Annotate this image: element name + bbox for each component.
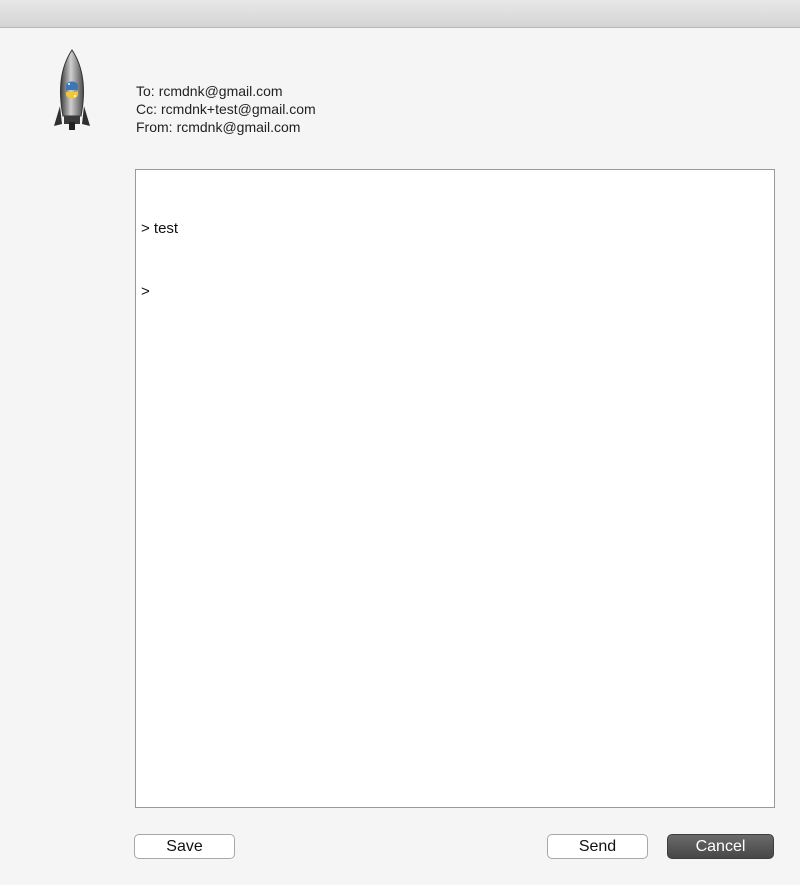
title-bar[interactable]	[0, 0, 800, 28]
cc-header: Cc: rcmdnk+test@gmail.com	[136, 100, 316, 118]
cc-value: rcmdnk+test@gmail.com	[161, 101, 316, 117]
cc-label: Cc:	[136, 101, 157, 117]
cancel-button[interactable]: Cancel	[667, 834, 774, 859]
compose-window: To: rcmdnk@gmail.com Cc: rcmdnk+test@gma…	[0, 0, 800, 885]
from-header: From: rcmdnk@gmail.com	[136, 118, 316, 136]
send-button[interactable]: Send	[547, 834, 648, 859]
body-line: >	[141, 283, 150, 300]
message-body-textarea[interactable]: > test >	[135, 169, 775, 808]
to-header: To: rcmdnk@gmail.com	[136, 82, 316, 100]
rocket-python-icon	[50, 48, 94, 132]
from-value: rcmdnk@gmail.com	[176, 119, 301, 135]
message-headers: To: rcmdnk@gmail.com Cc: rcmdnk+test@gma…	[136, 82, 316, 136]
save-button[interactable]: Save	[134, 834, 235, 859]
body-line: > test	[141, 220, 179, 237]
to-value: rcmdnk@gmail.com	[158, 83, 283, 99]
to-label: To:	[136, 83, 155, 99]
from-label: From:	[136, 119, 173, 135]
